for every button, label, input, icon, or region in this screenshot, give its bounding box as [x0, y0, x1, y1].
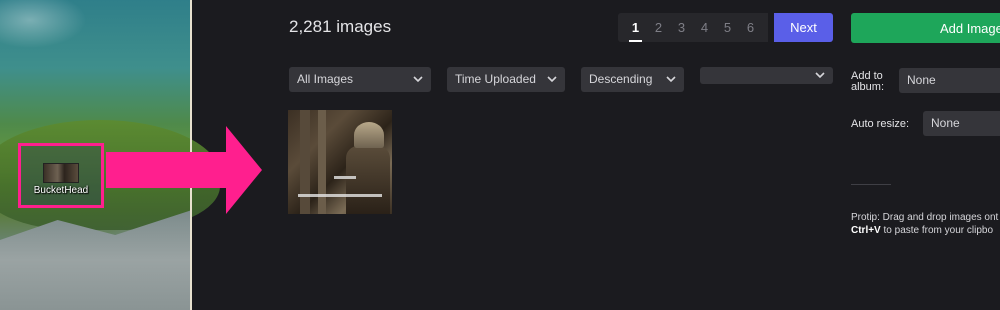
chevron-down-icon [666, 67, 676, 92]
protip-shortcut: Ctrl+V [851, 225, 881, 236]
drag-arrow-icon [106, 126, 262, 214]
chevron-down-icon [547, 67, 557, 92]
pagination: 1 2 3 4 5 6 [618, 13, 768, 42]
page-4-button[interactable]: 4 [693, 13, 716, 42]
thumbnail-detail [354, 122, 384, 148]
desktop-file-label: BucketHead [33, 185, 89, 196]
auto-resize-label: Auto resize: [851, 118, 910, 130]
protip-text: Protip: Drag and drop images ont Ctrl+V … [851, 211, 998, 237]
sort-order-value: Descending [589, 72, 653, 86]
protip-line2: Ctrl+V to paste from your clipbo [851, 224, 998, 237]
page-6-button[interactable]: 6 [739, 13, 762, 42]
next-page-button[interactable]: Next [774, 13, 833, 42]
sort-by-value: Time Uploaded [455, 72, 536, 86]
add-to-album-label-line2: album: [851, 81, 885, 93]
sort-order-select[interactable]: Descending [581, 67, 684, 92]
page-1-button[interactable]: 1 [624, 13, 647, 42]
add-to-album-select[interactable]: None [899, 68, 1000, 93]
add-to-album-label: Add to album: [851, 71, 884, 93]
add-images-button[interactable]: Add Images [851, 13, 1000, 43]
auto-resize-value: None [931, 116, 960, 130]
desktop-file-icon-buckethead[interactable]: BucketHead [18, 143, 104, 208]
page-3-button[interactable]: 3 [670, 13, 693, 42]
add-to-album-value: None [907, 73, 936, 87]
extra-filter-select[interactable] [700, 67, 833, 84]
album-filter-select[interactable]: All Images [289, 67, 431, 92]
gallery-image-thumbnail[interactable] [288, 110, 392, 214]
thumbnail-detail [300, 110, 310, 214]
album-filter-value: All Images [297, 72, 354, 86]
image-count: 2,281 images [289, 17, 392, 36]
protip-line2-rest: to paste from your clipbo [880, 225, 994, 236]
thumbnail-detail [346, 146, 390, 214]
thumbnail-detail [334, 176, 356, 179]
thumbnail-detail [318, 110, 326, 214]
page-2-button[interactable]: 2 [647, 13, 670, 42]
file-thumbnail-icon [43, 163, 79, 183]
sort-by-select[interactable]: Time Uploaded [447, 67, 565, 92]
chevron-down-icon [413, 67, 423, 92]
page-5-button[interactable]: 5 [716, 13, 739, 42]
thumbnail-detail [298, 194, 382, 197]
sidebar-divider [851, 184, 891, 185]
chevron-down-icon [815, 67, 825, 84]
auto-resize-select[interactable]: None [923, 111, 1000, 136]
protip-line1: Protip: Drag and drop images ont [851, 212, 999, 223]
